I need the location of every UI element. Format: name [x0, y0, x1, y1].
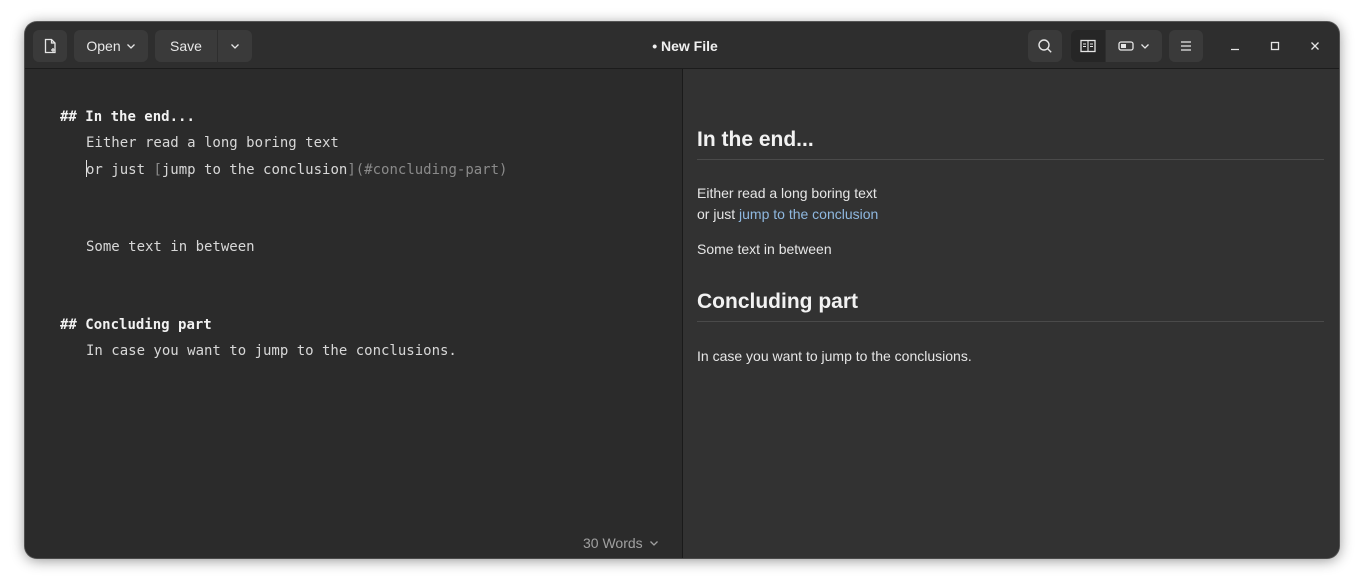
heading-text: In the end... [85, 109, 195, 125]
search-button[interactable] [1028, 30, 1062, 62]
chevron-down-icon [126, 41, 136, 51]
split-view-toggle[interactable] [1071, 30, 1105, 62]
markdown-preview: In the end... Either read a long boring … [683, 69, 1339, 558]
new-file-button[interactable] [33, 30, 67, 62]
maximize-icon [1269, 37, 1281, 56]
link-text: jump to the conclusion [161, 162, 348, 178]
preview-paragraph: Some text in between [697, 241, 832, 257]
editor-line: ## In the end... [60, 108, 195, 126]
heading-marker: ## [60, 317, 86, 333]
maximize-button[interactable] [1259, 30, 1291, 62]
app-window: Open Save • New File ## In the end... Ei… [25, 22, 1339, 558]
editor-line: ## Concluding part [60, 316, 212, 334]
heading-text: Concluding part [85, 317, 212, 333]
new-file-icon [42, 38, 58, 54]
close-icon [1309, 37, 1321, 56]
editor-line: Either read a long boring text [86, 135, 339, 151]
preview-link[interactable]: jump to the conclusion [739, 206, 878, 222]
preview-mode-button[interactable] [1106, 30, 1162, 62]
word-count: 30 Words [583, 535, 643, 551]
main-menu-button[interactable] [1169, 30, 1203, 62]
header-bar: Open Save • New File [25, 22, 1339, 69]
window-title: • New File [652, 37, 718, 54]
preview-paragraph: In case you want to jump to the conclusi… [697, 348, 972, 364]
menu-icon [1179, 40, 1193, 52]
heading-marker: ## [60, 109, 86, 125]
close-button[interactable] [1299, 30, 1331, 62]
link-target: ](#concluding-part) [347, 162, 508, 178]
editor-line: Some text in between [86, 239, 255, 255]
minimize-icon [1229, 37, 1241, 56]
save-button[interactable]: Save [155, 30, 217, 62]
preview-mode-icon [1118, 40, 1134, 52]
save-label: Save [170, 38, 202, 54]
preview-heading: Concluding part [697, 290, 1324, 322]
link-bracket-open: [ [153, 162, 162, 178]
chevron-down-icon [230, 41, 240, 51]
editor-line: In case you want to jump to the conclusi… [86, 343, 457, 359]
preview-text: Either read a long boring text [697, 185, 877, 201]
preview-text: or just [697, 206, 740, 222]
word-count-button[interactable]: 30 Words [583, 535, 659, 551]
open-button[interactable]: Open [74, 30, 148, 62]
split-view-icon [1080, 39, 1096, 53]
preview-heading: In the end... [697, 128, 1324, 160]
editor-line: or just [jump to the conclusion](#conclu… [86, 160, 507, 178]
chevron-down-icon [1140, 41, 1150, 51]
preview-paragraph: Either read a long boring text or just j… [697, 183, 878, 225]
chevron-down-icon [649, 535, 659, 551]
minimize-button[interactable] [1219, 30, 1251, 62]
line-text: or just [86, 162, 154, 178]
search-icon [1037, 38, 1053, 54]
markdown-editor[interactable]: ## In the end... Either read a long bori… [25, 69, 682, 558]
save-options-button[interactable] [218, 30, 252, 62]
open-label: Open [86, 38, 121, 54]
